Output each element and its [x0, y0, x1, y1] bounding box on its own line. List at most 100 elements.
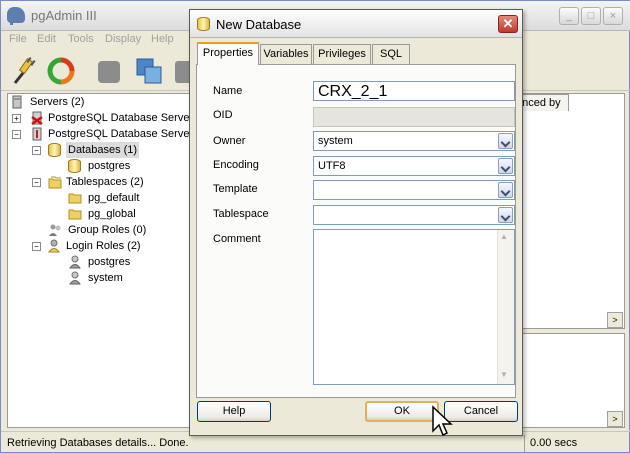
tablespace-folder-icon	[68, 193, 82, 204]
database-icon	[197, 17, 210, 31]
tree-label: Group Roles (0)	[68, 224, 147, 236]
encoding-label: Encoding	[213, 159, 259, 171]
create-object-icon[interactable]	[93, 55, 125, 87]
tree-label: pg_default	[88, 192, 140, 204]
status-timing: 0.00 secs	[530, 437, 578, 449]
comment-scrollbar[interactable]: ▲ ▼	[497, 230, 514, 384]
encoding-value: UTF8	[318, 160, 346, 172]
expand-toggle[interactable]: +	[12, 114, 21, 123]
template-select[interactable]	[313, 180, 515, 200]
template-label: Template	[213, 183, 258, 195]
oid-label: OID	[213, 109, 233, 121]
scroll-down-icon[interactable]: ▼	[500, 370, 508, 379]
login-roles-icon	[48, 239, 60, 253]
mouse-cursor-icon	[432, 405, 453, 437]
tab-privileges[interactable]: Privileges	[313, 44, 371, 64]
tablespace-folder-icon	[68, 209, 82, 220]
menu-tools[interactable]: Tools	[68, 33, 94, 45]
databases-icon	[48, 143, 61, 157]
tree-node-pg-global[interactable]: pg_global	[68, 206, 158, 222]
tree-label: Login Roles (2)	[66, 240, 141, 252]
tree-label: Databases (1)	[66, 142, 140, 158]
collapse-toggle[interactable]: −	[32, 146, 41, 155]
tree-node-tablespaces[interactable]: − Tablespaces (2)	[28, 174, 168, 190]
scroll-right-button[interactable]: >	[607, 312, 623, 328]
comment-label: Comment	[213, 233, 261, 245]
menu-display[interactable]: Display	[105, 33, 141, 45]
tree-node-db-postgres[interactable]: postgres	[68, 158, 148, 174]
tablespaces-folder-icon	[48, 176, 62, 189]
chevron-down-icon[interactable]	[498, 133, 513, 149]
comment-textarea[interactable]	[313, 229, 515, 385]
collapse-toggle[interactable]: −	[32, 242, 41, 251]
tab-properties[interactable]: Properties	[197, 42, 259, 65]
pgadmin-window: pgAdmin III _ □ × File Edit Tools Displa…	[0, 0, 630, 453]
cancel-button[interactable]: Cancel	[444, 401, 518, 422]
connect-plug-icon[interactable]	[9, 55, 41, 87]
chevron-down-icon[interactable]	[498, 158, 513, 174]
chevron-down-icon[interactable]	[498, 207, 513, 223]
tree-node-group-roles[interactable]: Group Roles (0)	[48, 222, 178, 238]
tree-node-databases[interactable]: − Databases (1)	[28, 142, 152, 158]
tablespace-label: Tablespace	[213, 208, 269, 220]
tree-node-server-1[interactable]: + PostgreSQL Database Server	[10, 110, 193, 126]
menu-help[interactable]: Help	[151, 33, 174, 45]
name-label: Name	[213, 85, 243, 97]
new-database-dialog: New Database ✕ Properties Variables Priv…	[189, 9, 523, 436]
user-icon	[69, 255, 81, 269]
tab-sql[interactable]: SQL	[372, 44, 410, 64]
tree-node-pg-default[interactable]: pg_default	[68, 190, 158, 206]
tree-node-role-postgres[interactable]: postgres	[68, 254, 158, 270]
dialog-close-button[interactable]: ✕	[498, 15, 518, 33]
minimize-button[interactable]: _	[559, 7, 579, 25]
tree-label: PostgreSQL Database Server	[48, 128, 193, 140]
close-window-button[interactable]: ×	[603, 7, 623, 25]
toolbar-separator	[85, 55, 86, 87]
dialog-title-bar: New Database ✕	[190, 10, 522, 38]
server-disconnected-icon	[31, 111, 43, 125]
tree-node-login-roles[interactable]: − Login Roles (2)	[28, 238, 168, 254]
tree-label: postgres	[88, 160, 131, 172]
tree-label: postgres	[88, 256, 131, 268]
tab-variables[interactable]: Variables	[260, 44, 312, 64]
oid-field	[313, 107, 515, 127]
help-button[interactable]: Help	[197, 401, 271, 422]
tree-node-server-2[interactable]: − PostgreSQL Database Server	[10, 126, 193, 142]
owner-value: system	[318, 135, 353, 147]
owner-label: Owner	[213, 135, 246, 147]
dialog-title: New Database	[216, 17, 302, 32]
pgadmin-logo-icon	[7, 7, 25, 25]
tree-label: pg_global	[88, 208, 136, 220]
collapse-toggle[interactable]: −	[12, 130, 21, 139]
object-browser-tree: Servers (2) + PostgreSQL Database Server…	[7, 93, 193, 428]
refresh-icon[interactable]	[45, 55, 77, 87]
server-connected-icon	[32, 127, 42, 141]
tablespace-select[interactable]	[313, 205, 515, 225]
owner-select[interactable]: system	[313, 131, 515, 151]
status-separator	[524, 435, 525, 452]
name-field[interactable]: CRX_2_1	[313, 81, 515, 101]
properties-panel: Name CRX_2_1 OID Owner system Encoding U…	[196, 64, 516, 398]
database-icon	[68, 159, 81, 173]
tree-label: system	[88, 272, 123, 284]
encoding-select[interactable]: UTF8	[313, 156, 515, 176]
collapse-toggle[interactable]: −	[32, 178, 41, 187]
main-window-title: pgAdmin III	[31, 8, 97, 23]
chevron-down-icon[interactable]	[498, 182, 513, 198]
properties-icon[interactable]	[133, 55, 165, 87]
tree-node-servers[interactable]: Servers (2)	[10, 94, 190, 110]
scroll-up-icon[interactable]: ▲	[500, 232, 508, 241]
status-message: Retrieving Databases details... Done.	[7, 437, 189, 449]
tree-label: Tablespaces (2)	[66, 176, 144, 188]
tree-node-role-system[interactable]: system	[68, 270, 158, 286]
group-roles-icon	[49, 224, 61, 236]
ok-button[interactable]: OK	[365, 401, 439, 422]
tree-label: PostgreSQL Database Server	[48, 112, 193, 124]
tree-label: Servers (2)	[30, 96, 85, 108]
user-icon	[69, 271, 81, 285]
maximize-button[interactable]: □	[581, 7, 601, 25]
servers-icon	[12, 95, 22, 109]
menu-edit[interactable]: Edit	[37, 33, 56, 45]
scroll-right-button[interactable]: >	[607, 411, 623, 427]
menu-file[interactable]: File	[9, 33, 27, 45]
